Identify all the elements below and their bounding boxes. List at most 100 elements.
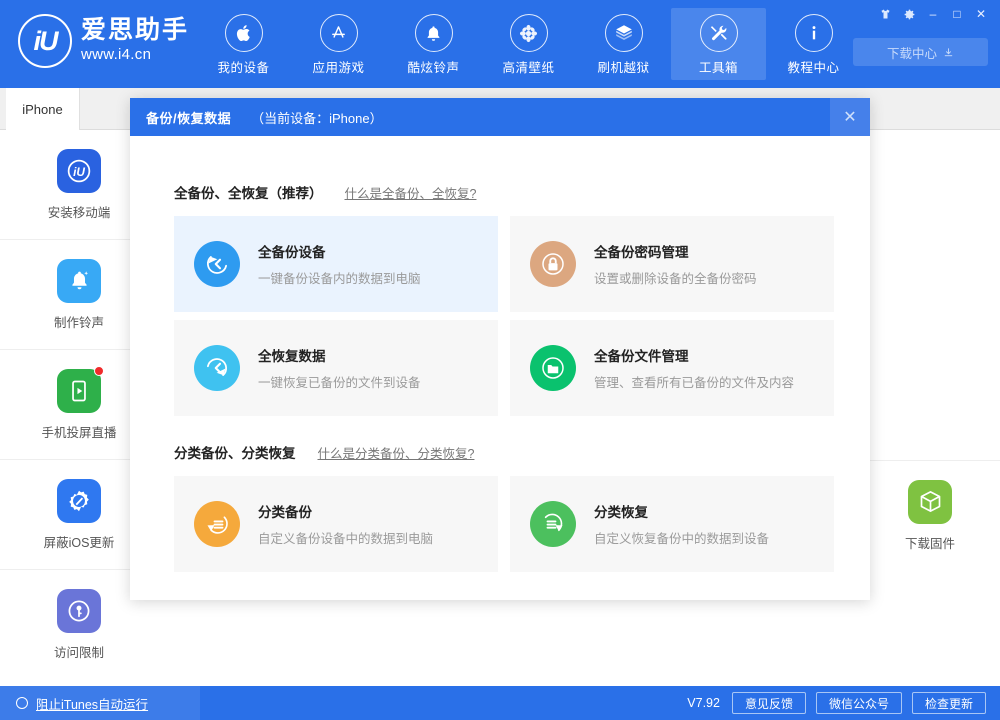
nav-label: 教程中心 [787,57,839,76]
flower-icon [510,14,548,52]
card-title: 分类恢复 [594,501,769,521]
block-update-icon [57,479,101,523]
nav-item-my-device[interactable]: 我的设备 [196,8,291,80]
tab-iphone[interactable]: iPhone [6,88,80,130]
bell-icon [57,259,101,303]
nav-item-toolbox[interactable]: 工具箱 [671,8,766,80]
logo-initials: iU [34,26,57,57]
feedback-button[interactable]: 意见反馈 [732,692,806,714]
card-category-backup[interactable]: 分类备份 自定义备份设备中的数据到电脑 [174,476,498,572]
tools-icon [700,14,738,52]
settings-gear-icon[interactable] [898,4,920,24]
right-tool-column: 下载固件 [860,130,1000,570]
nav-item-flash-jailbreak[interactable]: 刷机越狱 [576,8,671,80]
download-center-button[interactable]: 下载中心 [853,38,988,66]
nav-label: 酷炫铃声 [407,57,459,76]
card-title: 全备份密码管理 [594,241,757,261]
download-center-label: 下载中心 [887,43,937,62]
download-icon [943,47,954,58]
brand-name-cn: 爱思助手 [81,18,189,43]
screen-cast-icon [57,369,101,413]
card-subtitle: 一键恢复已备份的文件到设备 [258,372,421,391]
check-update-label: 检查更新 [925,695,973,712]
nav-item-apps-games[interactable]: 应用游戏 [291,8,386,80]
main-nav: 我的设备 应用游戏 酷炫铃声 [196,8,861,80]
brand-logo[interactable]: iU 爱思助手 www.i4.cn [18,14,189,68]
bell-icon [415,14,453,52]
backup-restore-dialog: 备份/恢复数据 （当前设备：iPhone） ✕ 全备份、全恢复（推荐） 什么是全… [130,98,870,600]
status-bar: 阻止iTunes自动运行 V7.92 意见反馈 微信公众号 检查更新 [0,686,1000,720]
nav-item-wallpapers[interactable]: 高清壁纸 [481,8,576,80]
app-header: iU 爱思助手 www.i4.cn 我的设备 [0,0,1000,88]
maximize-icon[interactable]: □ [946,4,968,24]
dialog-titlebar: 备份/恢复数据 （当前设备：iPhone） ✕ [130,98,870,136]
apple-icon [225,14,263,52]
i4-logo-icon: iU [18,14,72,68]
card-full-restore-data[interactable]: 全恢复数据 一键恢复已备份的文件到设备 [174,320,498,416]
card-full-backup-files[interactable]: 全备份文件管理 管理、查看所有已备份的文件及内容 [510,320,834,416]
full-backup-card-grid: 全备份设备 一键备份设备内的数据到电脑 全备份密码管理 设置 [174,216,826,416]
nav-label: 应用游戏 [312,57,364,76]
card-title: 全备份设备 [258,241,421,261]
wechat-button[interactable]: 微信公众号 [816,692,902,714]
i4-app-icon: iU [57,149,101,193]
card-text: 全备份密码管理 设置或删除设备的全备份密码 [594,241,757,287]
tool-label: 访问限制 [54,642,104,661]
block-itunes-toggle[interactable]: 阻止iTunes自动运行 [0,686,200,720]
card-title: 分类备份 [258,501,433,521]
nav-label: 我的设备 [217,57,269,76]
brand-text: 爱思助手 www.i4.cn [81,18,189,64]
nav-item-tutorials[interactable]: 教程中心 [766,8,861,80]
backup-rotate-icon [194,241,240,287]
window-controls: – □ ✕ [874,4,992,24]
section-header-full-backup: 全备份、全恢复（推荐） 什么是全备份、全恢复? [174,182,826,202]
card-full-backup-password[interactable]: 全备份密码管理 设置或删除设备的全备份密码 [510,216,834,312]
check-update-button[interactable]: 检查更新 [912,692,986,714]
category-card-grid: 分类备份 自定义备份设备中的数据到电脑 分类恢复 自定义恢复 [174,476,826,572]
restore-rotate-icon [194,345,240,391]
section-help-link[interactable]: 什么是分类备份、分类恢复? [318,443,475,462]
card-text: 全备份设备 一键备份设备内的数据到电脑 [258,241,421,287]
close-icon[interactable]: ✕ [970,4,992,24]
tool-download-firmware[interactable]: 下载固件 [860,460,1000,570]
minimize-icon[interactable]: – [922,4,944,24]
brand-url: www.i4.cn [81,47,189,62]
card-text: 分类恢复 自定义恢复备份中的数据到设备 [594,501,769,547]
tab-label: iPhone [22,102,62,117]
close-icon[interactable]: ✕ [830,98,870,136]
status-actions: V7.92 意见反馈 微信公众号 检查更新 [687,692,1000,714]
card-subtitle: 一键备份设备内的数据到电脑 [258,268,421,287]
app-window: iU 爱思助手 www.i4.cn 我的设备 [0,0,1000,720]
card-title: 全备份文件管理 [594,345,794,365]
notification-badge [94,366,104,376]
tool-label: 制作铃声 [54,312,104,331]
radio-icon [16,697,28,709]
nav-label: 工具箱 [699,57,738,76]
info-icon [795,14,833,52]
lock-icon [530,241,576,287]
cube-icon [908,480,952,524]
dialog-device-label: （当前设备：iPhone） [251,108,382,127]
nav-item-ringtones[interactable]: 酷炫铃声 [386,8,481,80]
tool-label: 手机投屏直播 [41,422,116,441]
key-icon [57,589,101,633]
dialog-title: 备份/恢复数据 [146,108,231,127]
card-subtitle: 自定义备份设备中的数据到电脑 [258,528,433,547]
card-subtitle: 设置或删除设备的全备份密码 [594,268,757,287]
folder-icon [530,345,576,391]
card-category-restore[interactable]: 分类恢复 自定义恢复备份中的数据到设备 [510,476,834,572]
section-title: 全备份、全恢复（推荐） [174,182,323,202]
card-full-backup-device[interactable]: 全备份设备 一键备份设备内的数据到电脑 [174,216,498,312]
nav-label: 刷机越狱 [597,57,649,76]
category-restore-icon [530,501,576,547]
block-itunes-label: 阻止iTunes自动运行 [36,694,148,713]
feedback-label: 意见反馈 [745,695,793,712]
svg-text:iU: iU [73,165,85,179]
section-help-link[interactable]: 什么是全备份、全恢复? [345,183,477,202]
box-open-icon [605,14,643,52]
tool-label: 屏蔽iOS更新 [44,532,115,551]
tool-label: 安装移动端 [48,202,111,221]
card-subtitle: 自定义恢复备份中的数据到设备 [594,528,769,547]
card-subtitle: 管理、查看所有已备份的文件及内容 [594,372,794,391]
skin-icon[interactable] [874,4,896,24]
